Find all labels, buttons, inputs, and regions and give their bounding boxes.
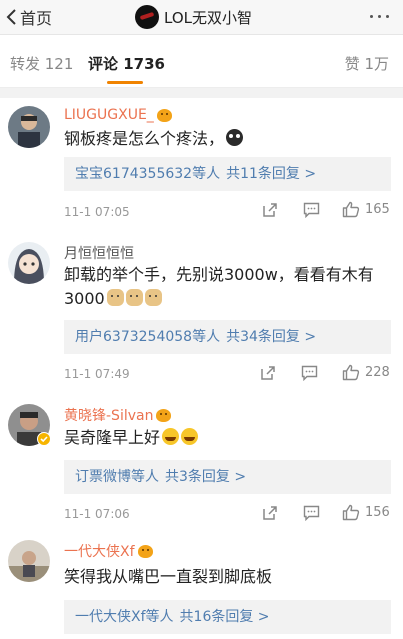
account-avatar — [135, 5, 159, 29]
reply-button[interactable] — [303, 505, 320, 521]
like-count: 165 — [365, 202, 390, 217]
share-icon — [261, 366, 275, 380]
share-icon — [263, 203, 277, 217]
back-label: 首页 — [20, 9, 53, 28]
comment-username[interactable]: 一代大侠Xf — [64, 541, 153, 561]
tab-repost[interactable]: 转发 121 — [10, 53, 73, 74]
thumbs-up-icon — [342, 504, 360, 521]
back-button[interactable]: 首页 — [6, 6, 52, 28]
comment-item: 黄晓锋-Silvan 吴奇隆早上好 订票微博等人 共3条回复 > 11-1 07:… — [0, 394, 403, 531]
reply-users: 一代大侠Xf等人 — [75, 609, 174, 625]
comment-body: 钢板疼是怎么个疼法， — [64, 129, 225, 148]
thumbs-up-icon — [342, 201, 360, 218]
reply-summary[interactable]: 用户6373254058等人 共34条回复 > — [64, 320, 391, 354]
username-text: 黄晓锋-Silvan — [64, 408, 154, 424]
doge-emoji-icon — [144, 289, 162, 306]
comment-icon — [301, 365, 318, 381]
reply-summary[interactable]: 宝宝6174355632等人 共11条回复 > — [64, 157, 391, 191]
comment-item: 月恒恒恒恒 卸载的举个手，先别说3000w，看看有木有3000 用户637325… — [0, 234, 403, 395]
comment-username[interactable]: 黄晓锋-Silvan — [64, 405, 172, 425]
like-count: 228 — [365, 365, 390, 380]
reply-button[interactable] — [301, 365, 318, 381]
avatar[interactable] — [8, 540, 50, 582]
comment-icon — [303, 505, 320, 521]
username-text: LIUGUGXUE_ — [64, 107, 154, 123]
more-dots-icon[interactable] — [370, 15, 389, 18]
comment-text: 钢板疼是怎么个疼法， — [64, 127, 391, 151]
comment-text: 卸载的举个手，先别说3000w，看看有木有3000 — [64, 263, 391, 311]
comment-item: LIUGUGXUE_ 钢板疼是怎么个疼法， 宝宝6174355632等人 共11条… — [0, 98, 403, 235]
comment-item: 一代大侠Xf 笑得我从嘴巴一直裂到脚底板 一代大侠Xf等人 共16条回复 > — [0, 530, 403, 639]
reply-count: 共16条回复 > — [179, 609, 270, 625]
comment-username[interactable]: 月恒恒恒恒 — [64, 243, 134, 263]
share-button[interactable] — [262, 505, 278, 521]
member-badge-icon — [137, 544, 153, 558]
tab-comment[interactable]: 评论 1736 — [88, 53, 165, 74]
account-name: LOL无双小智 — [164, 8, 252, 27]
comment-text: 笑得我从嘴巴一直裂到脚底板 — [64, 565, 391, 589]
thumbs-up-icon — [342, 364, 360, 381]
reply-button[interactable] — [303, 202, 320, 218]
reply-summary[interactable]: 一代大侠Xf等人 共16条回复 > — [64, 600, 391, 634]
comment-time: 11-1 07:06 — [64, 507, 130, 521]
share-button[interactable] — [262, 202, 278, 218]
avatar[interactable] — [8, 242, 50, 284]
reply-count: 共11条回复 > — [226, 166, 317, 182]
share-button[interactable] — [260, 365, 276, 381]
reply-users: 用户6373254058等人 — [75, 329, 221, 345]
comment-text: 吴奇隆早上好 — [64, 426, 391, 450]
like-button[interactable]: 228 — [342, 364, 390, 381]
username-text: 一代大侠Xf — [64, 544, 135, 560]
reply-users: 宝宝6174355632等人 — [75, 166, 221, 182]
comment-username[interactable]: LIUGUGXUE_ — [64, 107, 172, 123]
doge-emoji-icon — [106, 289, 124, 306]
share-icon — [263, 506, 277, 520]
comment-body: 笑得我从嘴巴一直裂到脚底板 — [64, 567, 273, 586]
reply-count: 共3条回复 > — [165, 469, 247, 485]
tab-bar: 转发 121 评论 1736 赞 1万 — [0, 35, 403, 88]
member-badge-icon — [156, 408, 172, 422]
reply-summary[interactable]: 订票微博等人 共3条回复 > — [64, 460, 391, 494]
like-button[interactable]: 156 — [342, 504, 390, 521]
comment-time: 11-1 07:05 — [64, 205, 130, 219]
section-divider — [0, 88, 403, 98]
emoji-icon — [226, 129, 244, 146]
laugh-emoji-icon — [181, 428, 199, 445]
reply-count: 共34条回复 > — [226, 329, 317, 345]
avatar[interactable] — [8, 106, 50, 148]
username-text: 月恒恒恒恒 — [64, 246, 134, 262]
comment-icon — [303, 202, 320, 218]
laugh-emoji-icon — [162, 428, 180, 445]
comment-time: 11-1 07:49 — [64, 367, 130, 381]
reply-users: 订票微博等人 — [75, 469, 159, 485]
member-badge-icon — [156, 108, 172, 122]
verified-badge-icon — [37, 432, 51, 446]
doge-emoji-icon — [125, 289, 143, 306]
comment-body: 吴奇隆早上好 — [64, 428, 161, 447]
tab-like[interactable]: 赞 1万 — [345, 53, 389, 74]
like-button[interactable]: 165 — [342, 201, 390, 218]
chevron-left-icon — [6, 9, 16, 25]
nav-bar: 首页 LOL无双小智 — [0, 0, 403, 35]
tab-active-indicator — [107, 81, 143, 84]
like-count: 156 — [365, 505, 390, 520]
page-title: LOL无双小智 — [135, 4, 252, 30]
